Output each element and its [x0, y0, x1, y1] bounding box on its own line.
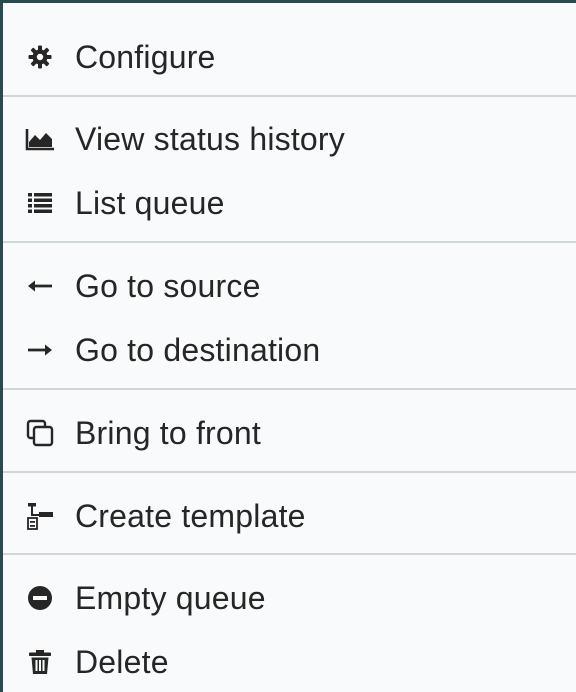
menu-item-label: Bring to front [75, 415, 262, 451]
menu-item-label: Configure [75, 39, 216, 75]
menu-item-bring-to-front[interactable]: Bring to front [3, 405, 576, 461]
menu-divider [3, 95, 576, 97]
menu-item-label: Delete [75, 644, 169, 680]
menu-divider [3, 553, 576, 555]
menu-item-empty-queue[interactable]: Empty queue [3, 570, 576, 626]
menu-item-configure[interactable]: Configure [3, 29, 576, 85]
menu-item-go-to-destination[interactable]: Go to destination [3, 322, 576, 378]
gear-icon [25, 42, 55, 72]
arrow-right-icon [25, 335, 55, 365]
menu-item-create-template[interactable]: Create template [3, 488, 576, 544]
menu-item-label: Go to destination [75, 332, 321, 368]
list-icon [25, 188, 55, 218]
clone-icon [25, 418, 55, 448]
trash-icon [25, 647, 55, 677]
arrow-left-icon [25, 271, 55, 301]
menu-item-list-queue[interactable]: List queue [3, 175, 576, 231]
area-chart-icon [25, 124, 55, 154]
connection-context-menu: Configure View status history List queue… [0, 0, 576, 692]
menu-item-label: List queue [75, 185, 225, 221]
menu-item-go-to-source[interactable]: Go to source [3, 258, 576, 314]
menu-divider [3, 241, 576, 243]
menu-divider [3, 388, 576, 390]
template-icon [25, 501, 55, 531]
menu-item-label: Empty queue [75, 580, 266, 616]
menu-item-view-status-history[interactable]: View status history [3, 111, 576, 167]
menu-item-label: Go to source [75, 268, 261, 304]
menu-divider [3, 471, 576, 473]
minus-circle-icon [25, 583, 55, 613]
menu-item-label: View status history [75, 121, 345, 157]
menu-item-delete[interactable]: Delete [3, 634, 576, 690]
menu-item-label: Create template [75, 498, 306, 534]
